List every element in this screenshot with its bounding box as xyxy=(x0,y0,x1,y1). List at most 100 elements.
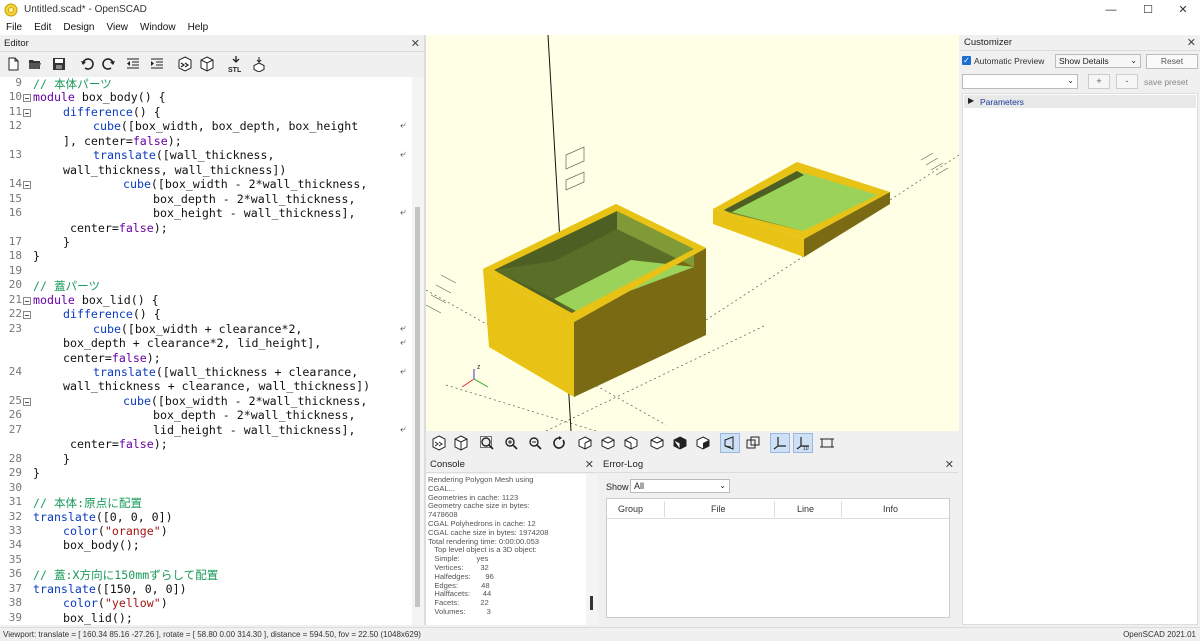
show-edges-icon[interactable] xyxy=(817,433,837,453)
undo-icon[interactable] xyxy=(78,55,96,73)
add-preset-button[interactable]: + xyxy=(1088,74,1110,89)
zoom-in-icon[interactable] xyxy=(501,433,521,453)
reset-button[interactable]: Reset xyxy=(1146,54,1198,69)
view-right-icon[interactable] xyxy=(575,433,595,453)
export-stl-icon[interactable]: STL xyxy=(226,55,246,73)
parameters-section[interactable]: ▶ Parameters xyxy=(964,95,1196,108)
code-line: cube([box_width + clearance*2, xyxy=(93,321,303,336)
indent-icon[interactable] xyxy=(148,55,166,73)
errorlog-header: Error-Log ✕ xyxy=(599,457,958,473)
column-header-group[interactable]: Group xyxy=(618,504,643,514)
view-back-icon[interactable] xyxy=(693,433,713,453)
new-file-icon[interactable] xyxy=(4,55,22,73)
menu-design[interactable]: Design xyxy=(57,22,100,33)
errorlog-show-select[interactable]: All ⌄ xyxy=(630,479,730,493)
version-label: OpenSCAD 2021.01 xyxy=(1123,630,1196,639)
preview-icon[interactable] xyxy=(429,433,449,453)
column-header-line[interactable]: Line xyxy=(797,504,814,514)
column-header-info[interactable]: Info xyxy=(883,504,898,514)
column-header-file[interactable]: File xyxy=(711,504,726,514)
line-number: 38 xyxy=(8,596,22,610)
maximize-button[interactable]: ☐ xyxy=(1131,0,1165,19)
line-number: 32 xyxy=(8,509,22,523)
line-number: 17 xyxy=(8,234,22,248)
menu-view[interactable]: View xyxy=(101,22,135,33)
render-icon[interactable] xyxy=(198,55,216,73)
line-number: 16 xyxy=(8,206,22,220)
close-button[interactable]: ✕ xyxy=(1166,0,1200,19)
console-scrollbar[interactable] xyxy=(586,474,598,625)
menu-file[interactable]: File xyxy=(0,22,28,33)
openscad-logo-icon xyxy=(4,3,18,16)
render-icon[interactable] xyxy=(451,433,471,453)
show-details-select[interactable]: Show Details ⌄ xyxy=(1055,54,1141,68)
save-file-icon[interactable] xyxy=(50,55,68,73)
menu-help[interactable]: Help xyxy=(182,22,215,33)
line-number: 28 xyxy=(8,451,22,465)
code-line: box_body(); xyxy=(63,538,140,553)
unindent-icon[interactable] xyxy=(124,55,142,73)
perspective-icon[interactable] xyxy=(720,433,740,453)
editor-scrollbar-thumb[interactable] xyxy=(415,207,420,607)
3d-viewport[interactable]: z xyxy=(426,35,959,431)
editor-header: Editor ✕ xyxy=(0,35,424,52)
orthogonal-icon[interactable] xyxy=(743,433,763,453)
automatic-preview-checkbox[interactable]: ✓ xyxy=(962,56,971,65)
window-title: Untitled.scad* - OpenSCAD xyxy=(24,4,147,15)
zoom-out-icon[interactable] xyxy=(525,433,545,453)
code-line: translate([150, 0, 0]) xyxy=(33,581,187,596)
preview-icon[interactable] xyxy=(176,55,194,73)
code-line: cube([box_width - 2*wall_thickness, xyxy=(123,393,368,408)
code-line: } xyxy=(33,466,40,481)
line-number: 23 xyxy=(8,321,22,335)
chevron-down-icon: ⌄ xyxy=(719,481,726,490)
errorlog-table: Group File Line Info xyxy=(606,498,950,618)
editor-close-button[interactable]: ✕ xyxy=(411,37,420,50)
view-front-icon[interactable] xyxy=(670,433,690,453)
line-number: 36 xyxy=(8,567,22,581)
code-editor[interactable]: 9// 本体パーツ 10 module box_body() {11 differen… xyxy=(0,77,412,625)
code-line: box_depth + clearance*2, lid_height], xyxy=(63,336,322,351)
parameters-label: Parameters xyxy=(980,97,1024,107)
fold-marker-icon[interactable] xyxy=(23,108,31,117)
show-scale-markers-icon[interactable]: 10 xyxy=(793,433,813,453)
redo-icon[interactable] xyxy=(100,55,118,73)
editor-scrollbar[interactable] xyxy=(412,77,424,625)
fold-marker-icon[interactable] xyxy=(23,181,31,190)
view-left-icon[interactable] xyxy=(647,433,667,453)
fold-marker-icon[interactable] xyxy=(23,397,31,406)
line-number: 26 xyxy=(8,408,22,422)
fold-marker-icon[interactable] xyxy=(23,296,31,305)
preset-select[interactable]: ⌄ xyxy=(962,74,1078,89)
fold-marker-icon[interactable] xyxy=(23,311,31,320)
fold-marker-icon[interactable] xyxy=(23,94,31,103)
send-to-print-icon[interactable] xyxy=(250,55,268,73)
code-line: translate([0, 0, 0]) xyxy=(33,509,173,524)
code-line: color("orange") xyxy=(63,523,168,538)
code-line: difference() { xyxy=(63,104,161,119)
code-line: lid_height - wall_thickness], xyxy=(153,422,356,437)
line-number: 15 xyxy=(8,191,22,205)
menu-window[interactable]: Window xyxy=(134,22,182,33)
errorlog-close-button[interactable]: ✕ xyxy=(945,458,954,471)
save-preset-button[interactable]: save preset xyxy=(1144,77,1188,87)
chevron-down-icon: ⌄ xyxy=(1067,76,1074,85)
minimize-button[interactable]: — xyxy=(1094,0,1128,19)
console-close-button[interactable]: ✕ xyxy=(585,458,594,471)
view-top-icon[interactable] xyxy=(598,433,618,453)
show-axes-icon[interactable] xyxy=(770,433,790,453)
code-line: cube([box_width - 2*wall_thickness, xyxy=(123,177,368,192)
automatic-preview-label: Automatic Preview xyxy=(974,56,1045,66)
line-number: 10 xyxy=(8,90,22,104)
view-bottom-icon[interactable] xyxy=(621,433,641,453)
viewport-toolbar: 10 xyxy=(426,431,959,455)
code-line: wall_thickness, wall_thickness]) xyxy=(63,162,287,177)
customizer-close-button[interactable]: ✕ xyxy=(1187,36,1196,49)
errorlog-title: Error-Log xyxy=(603,459,644,470)
remove-preset-button[interactable]: - xyxy=(1116,74,1138,89)
chevron-down-icon: ⌄ xyxy=(1130,56,1137,65)
view-all-icon[interactable] xyxy=(477,433,497,453)
reset-view-icon[interactable] xyxy=(549,433,569,453)
menu-edit[interactable]: Edit xyxy=(28,22,57,33)
open-file-icon[interactable] xyxy=(26,55,44,73)
